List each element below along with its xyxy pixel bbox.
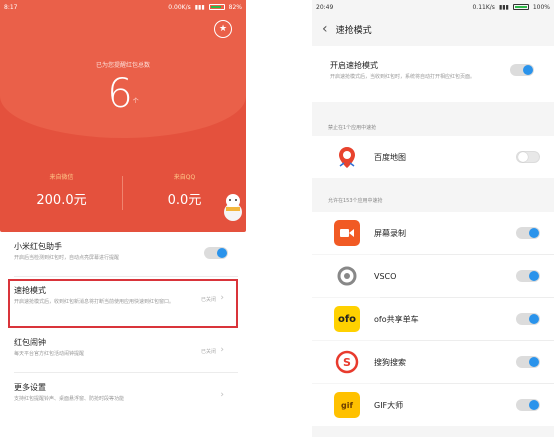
wechat-label: 来自微信	[49, 174, 74, 181]
battery-icon	[208, 4, 225, 10]
row-desc: 支持红包提醒铃声、桌面悬浮窗、防抢时段等功能	[14, 396, 125, 402]
more-settings-row[interactable]: 更多设置 支持红包提醒铃声、桌面悬浮窗、防抢时段等功能 ›	[0, 382, 246, 422]
row-title: 红包闹钟	[14, 338, 46, 347]
main-title: 开启速抢模式	[330, 61, 378, 70]
signal-icon: ▮▮▮	[498, 3, 509, 11]
status-time: 20:49	[316, 3, 334, 11]
mascot-icon	[224, 194, 242, 221]
screen-record-icon	[334, 220, 360, 246]
svg-text:S: S	[343, 356, 351, 369]
app-row[interactable]: VSCO	[312, 255, 554, 297]
qq-label: 来自QQ	[173, 174, 196, 181]
right-phone-screen: 20:49 0.11K/s ▮▮▮ 100% ‹ 速抢模式 开启速抢模式 开启速…	[312, 0, 554, 437]
app-toggle[interactable]	[516, 270, 540, 282]
wechat-total: 来自微信 200.0元	[0, 172, 123, 208]
quick-grab-toggle[interactable]	[510, 64, 534, 76]
page-title: 速抢模式	[335, 25, 372, 36]
count-value: 6	[107, 71, 133, 117]
redpacket-assistant-row[interactable]: 小米红包助手 开启后当检测到红包时，自动点亮屏幕进行提醒	[0, 241, 246, 273]
sogou-icon: S	[334, 349, 360, 375]
summary-arc	[0, 0, 246, 138]
status-speed: 0.11K/s	[472, 3, 495, 11]
settings-badge-icon[interactable]: ★	[214, 20, 232, 38]
app-toggle[interactable]	[516, 227, 540, 239]
row-desc: 开启后当检测到红包时，自动点亮屏幕进行提醒	[14, 255, 120, 261]
gif-icon: gif	[334, 392, 360, 418]
status-speed: 0.00K/s	[168, 3, 191, 11]
quick-grab-main-row[interactable]: 开启速抢模式 开启速抢模式后，当收到红包时，系统将自动打开相应红包页面。	[312, 46, 554, 102]
app-name: ofo共享单车	[374, 314, 419, 324]
ofo-icon: ofo	[334, 306, 360, 332]
app-row[interactable]: ofo ofo共享单车	[312, 298, 554, 340]
section-header-allowed: 允许在153个应用中速抢	[328, 198, 383, 204]
highlight-box	[8, 279, 238, 328]
status-bar: 20:49 0.11K/s ▮▮▮ 100%	[312, 0, 554, 14]
section-header-blocked: 禁止在1个应用中速抢	[328, 125, 377, 131]
status-time: 8:17	[4, 3, 18, 11]
status-bar: 8:17 0.00K/s ▮▮▮ 82%	[0, 0, 246, 14]
app-row[interactable]: gif GIF大师	[312, 384, 554, 426]
row-title: 更多设置	[14, 383, 46, 392]
remind-text: 已为您提醒红包总数	[95, 62, 150, 69]
battery-icon	[512, 4, 529, 10]
status-battery: 82%	[228, 3, 242, 11]
assistant-toggle[interactable]	[204, 247, 228, 259]
wechat-amount: 200.0元	[36, 193, 87, 208]
signal-icon: ▮▮▮	[194, 3, 205, 11]
app-name: GIF大师	[374, 400, 404, 410]
redpacket-alarm-row[interactable]: 红包闹钟 每天平台官方红包活动闹钟提醒 已关闭 ›	[0, 337, 246, 367]
left-phone-screen: 8:17 0.00K/s ▮▮▮ 82% ★ 已为您提醒红包总数 6个 来自微信…	[0, 0, 246, 437]
app-name: 百度地图	[374, 152, 406, 162]
app-row[interactable]: S 搜狗搜索	[312, 341, 554, 383]
app-name: VSCO	[374, 271, 397, 281]
row-title: 小米红包助手	[14, 242, 62, 251]
title-bar: ‹ 速抢模式	[312, 14, 554, 44]
app-toggle[interactable]	[516, 151, 540, 163]
redpacket-count: 6个	[0, 72, 246, 116]
app-name: 屏幕录制	[374, 228, 406, 238]
chevron-right-icon: ›	[220, 345, 224, 355]
app-row[interactable]: 屏幕录制	[312, 212, 554, 254]
app-toggle[interactable]	[516, 356, 540, 368]
blocked-app-row[interactable]: 百度地图	[312, 136, 554, 178]
app-name: 搜狗搜索	[374, 357, 406, 367]
back-arrow-icon[interactable]: ‹	[322, 22, 328, 36]
baidu-map-icon	[339, 147, 355, 168]
row-desc: 每天平台官方红包活动闹钟提醒	[14, 351, 85, 357]
chevron-right-icon: ›	[220, 390, 224, 400]
app-toggle[interactable]	[516, 313, 540, 325]
count-unit: 个	[132, 98, 139, 105]
separator	[14, 372, 238, 373]
app-toggle[interactable]	[516, 399, 540, 411]
main-desc: 开启速抢模式后，当收到红包时，系统将自动打开相应红包页面。	[330, 74, 476, 80]
vsco-icon	[334, 263, 360, 289]
row-status: 已关闭	[200, 349, 216, 355]
separator	[14, 276, 238, 277]
status-battery: 100%	[532, 3, 550, 11]
